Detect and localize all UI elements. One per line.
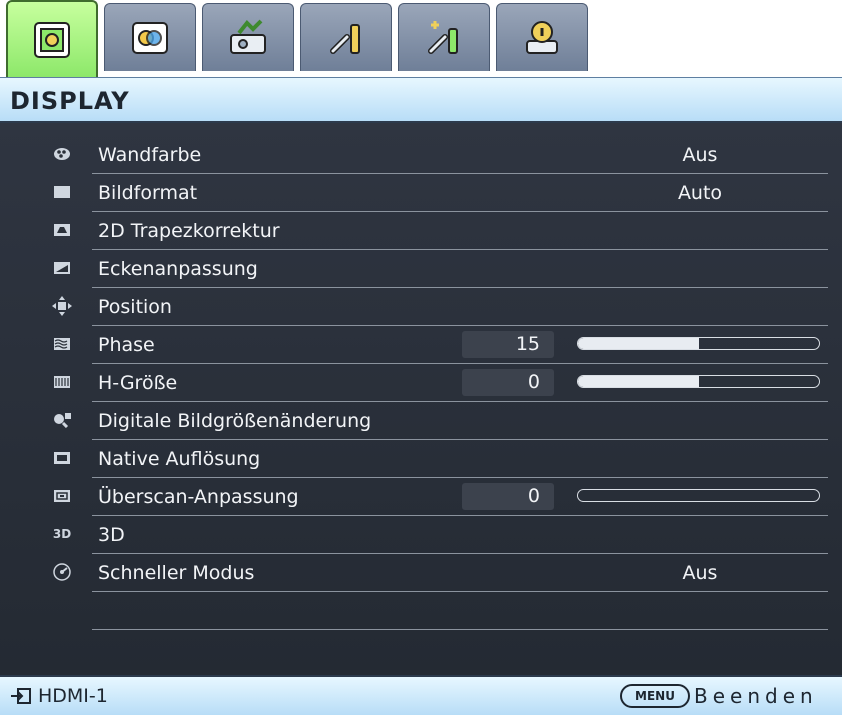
- menu-item-fast-mode[interactable]: Schneller Modus Aus: [0, 554, 842, 592]
- menu-item-3d[interactable]: 3D 3D: [0, 516, 842, 554]
- h-size-slider[interactable]: [577, 375, 820, 388]
- h-size-icon: [51, 371, 73, 393]
- tab-display[interactable]: [6, 0, 98, 77]
- projector-osd: DISPLAY Wandfarbe Aus Bildformat Auto 2D…: [0, 0, 842, 715]
- corner-fit-icon: [51, 257, 73, 279]
- menu-item-label: Schneller Modus: [98, 562, 255, 584]
- menu-item-label: 2D Trapezkorrektur: [98, 220, 280, 242]
- digital-zoom-icon: [51, 409, 73, 431]
- menu-item-label: Phase: [98, 334, 155, 356]
- page-title: DISPLAY: [10, 87, 130, 115]
- tab-system-setup-basic[interactable]: [300, 3, 392, 71]
- menu-item-label: Eckenanpassung: [98, 258, 258, 280]
- display-menu: Wandfarbe Aus Bildformat Auto 2D Trapezk…: [0, 123, 842, 675]
- menu-item-wall-color[interactable]: Wandfarbe Aus: [0, 136, 842, 174]
- overscan-icon: [51, 485, 73, 507]
- keystone-icon: [51, 219, 73, 241]
- menu-item-position[interactable]: Position: [0, 288, 842, 326]
- menu-item-label: Überscan-Anpassung: [98, 486, 299, 508]
- system-setup-advanced-icon: [428, 20, 458, 54]
- position-icon: [51, 295, 73, 317]
- menu-item-label: H-Größe: [98, 372, 178, 394]
- overscan-value: 0: [462, 483, 554, 510]
- system-setup-basic-icon: [330, 23, 360, 54]
- menu-item-empty: [0, 592, 842, 630]
- row-divider: [92, 629, 828, 630]
- menu-item-digital-zoom[interactable]: Digitale Bildgrößenänderung: [0, 402, 842, 440]
- h-size-value: 0: [462, 369, 554, 396]
- phase-slider[interactable]: [577, 337, 820, 350]
- basic-setup-icon: [230, 19, 266, 54]
- tab-information[interactable]: [496, 3, 588, 71]
- overscan-slider[interactable]: [577, 489, 820, 502]
- exit-label[interactable]: Beenden: [694, 684, 818, 708]
- native-resolution-icon: [51, 447, 73, 469]
- menu-item-value: Auto: [677, 182, 723, 204]
- menu-item-value: Aus: [682, 562, 718, 584]
- menu-item-phase[interactable]: Phase 15: [0, 326, 842, 364]
- slider-fill: [578, 338, 699, 349]
- input-source-icon: [11, 688, 31, 704]
- menu-item-label: Position: [98, 296, 172, 318]
- menu-item-label: Bildformat: [98, 182, 198, 204]
- menu-item-corner-fit[interactable]: Eckenanpassung: [0, 250, 842, 288]
- menu-item-keystone[interactable]: 2D Trapezkorrektur: [0, 212, 842, 250]
- status-bar: HDMI-1 MENU Beenden: [0, 675, 842, 715]
- tab-basic-setup[interactable]: [202, 3, 294, 71]
- menu-item-label: Digitale Bildgrößenänderung: [98, 410, 372, 432]
- menu-item-aspect-ratio[interactable]: Bildformat Auto: [0, 174, 842, 212]
- menu-item-overscan[interactable]: Überscan-Anpassung 0: [0, 478, 842, 516]
- phase-icon: [51, 333, 73, 355]
- wall-color-icon: [51, 143, 73, 165]
- display-settings-icon: [34, 21, 70, 58]
- menu-item-label: Native Auflösung: [98, 448, 261, 470]
- input-source-label: HDMI-1: [38, 685, 108, 707]
- menu-item-label: 3D: [98, 524, 125, 546]
- menu-tabs: [0, 0, 842, 77]
- menu-item-value: Aus: [682, 144, 718, 166]
- slider-fill: [578, 376, 699, 387]
- fast-mode-icon: [51, 561, 73, 583]
- menu-item-native-resolution[interactable]: Native Auflösung: [0, 440, 842, 478]
- menu-item-label: Wandfarbe: [98, 144, 202, 166]
- tab-system-setup-advanced[interactable]: [398, 3, 490, 71]
- menu-button-hint[interactable]: MENU: [620, 684, 690, 708]
- tab-picture[interactable]: [104, 3, 196, 71]
- information-icon: [526, 20, 558, 54]
- phase-value: 15: [462, 331, 554, 358]
- title-bar: DISPLAY: [0, 77, 842, 123]
- aspect-ratio-icon: [51, 181, 73, 203]
- picture-icon: [132, 21, 168, 54]
- menu-item-h-size[interactable]: H-Größe 0: [0, 364, 842, 402]
- 3d-icon: 3D: [52, 527, 72, 541]
